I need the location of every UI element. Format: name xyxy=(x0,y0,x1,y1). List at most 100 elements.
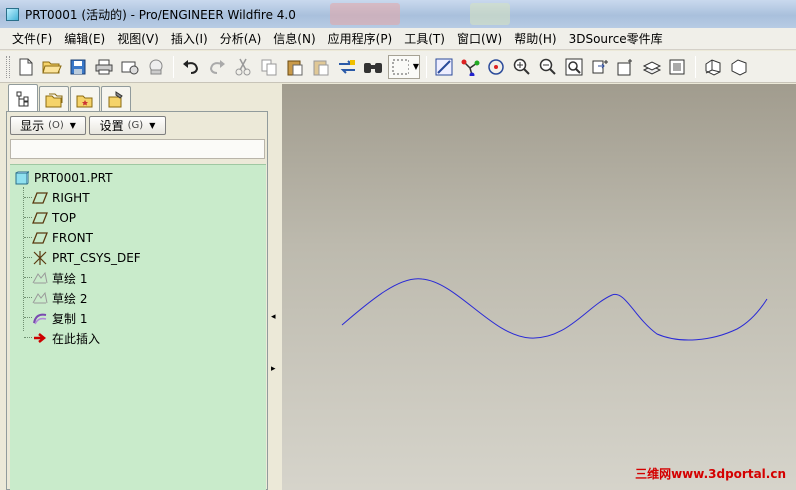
saved-views-icon[interactable] xyxy=(615,56,637,78)
toolbar-separator xyxy=(695,55,696,78)
tree-item-label: 草绘 1 xyxy=(52,271,88,286)
regenerate-icon[interactable] xyxy=(336,56,358,78)
reorient-icon[interactable] xyxy=(589,56,611,78)
sketch-curve[interactable] xyxy=(341,278,768,341)
settings-button-label: 设置 xyxy=(99,119,124,133)
part-icon xyxy=(14,170,30,186)
mail-attach-icon[interactable] xyxy=(145,56,167,78)
refit-icon[interactable] xyxy=(563,56,585,78)
insert-here-arrow-icon xyxy=(32,330,48,346)
title-bar: PRT0001 (活动的) - Pro/ENGINEER Wildfire 4.… xyxy=(0,0,796,28)
tree-item-label: FRONT xyxy=(52,231,93,245)
selection-box-icon[interactable]: ▼ xyxy=(388,54,420,79)
tree-item-label: 复制 1 xyxy=(52,311,88,326)
tree-item-sketch-1[interactable]: 草绘 1 xyxy=(32,269,87,287)
app-icon xyxy=(6,7,19,21)
view-manager-icon[interactable] xyxy=(667,56,689,78)
csys-icon xyxy=(32,250,48,266)
tree-item-sketch-2[interactable]: 草绘 2 xyxy=(32,289,87,307)
tree-connector-line xyxy=(24,257,32,258)
show-button-shortcut: (O) xyxy=(48,120,64,131)
expand-right-icon[interactable]: ▸ xyxy=(271,364,276,374)
copy-feature-icon xyxy=(32,310,48,326)
print-icon[interactable] xyxy=(93,56,115,78)
tree-connector-line xyxy=(24,237,32,238)
titlebar-background-decoration xyxy=(330,3,400,25)
settings-button-shortcut: (G) xyxy=(127,120,144,131)
tree-item-label: 在此插入 xyxy=(52,331,101,346)
folder-browser-tab-icon[interactable] xyxy=(39,86,69,112)
find-icon[interactable] xyxy=(362,56,384,78)
paste-special-icon[interactable] xyxy=(310,56,332,78)
tree-filter-field[interactable] xyxy=(10,139,265,159)
navigator-tabs xyxy=(8,84,132,112)
toolbar-separator xyxy=(426,55,427,78)
menu-insert[interactable]: 插入(I) xyxy=(165,29,214,49)
model-tree-panel: 显示 (O) ▼ 设置 (G) ▼ PRT0001.PRT RIGHT TOP … xyxy=(6,111,268,490)
toolbar-separator xyxy=(173,55,174,78)
tree-item-top[interactable]: TOP xyxy=(32,209,76,227)
toolbar-grip[interactable] xyxy=(6,55,10,78)
new-icon[interactable] xyxy=(15,56,37,78)
chevron-down-icon: ▼ xyxy=(69,121,76,130)
menu-view[interactable]: 视图(V) xyxy=(111,29,165,49)
send-mail-icon[interactable] xyxy=(119,56,141,78)
navigator-panel: 显示 (O) ▼ 设置 (G) ▼ PRT0001.PRT RIGHT TOP … xyxy=(6,84,268,490)
redo-icon[interactable] xyxy=(206,56,228,78)
tree-item-right[interactable]: RIGHT xyxy=(32,189,90,207)
tree-item-label: PRT_CSYS_DEF xyxy=(52,251,141,265)
model-display xyxy=(341,278,768,341)
tree-item-csys[interactable]: PRT_CSYS_DEF xyxy=(32,249,141,267)
wireframe-icon[interactable] xyxy=(728,56,750,78)
connections-tab-icon[interactable] xyxy=(101,86,131,112)
menu-edit[interactable]: 编辑(E) xyxy=(58,29,111,49)
undo-icon[interactable] xyxy=(180,56,202,78)
paste-icon[interactable] xyxy=(284,56,306,78)
menu-applications[interactable]: 应用程序(P) xyxy=(322,29,399,49)
tree-connector-line xyxy=(23,187,24,331)
menu-analysis[interactable]: 分析(A) xyxy=(214,29,268,49)
tree-connector-line xyxy=(24,337,32,338)
tree-root-part[interactable]: PRT0001.PRT xyxy=(14,169,112,187)
tree-item-label: 草绘 2 xyxy=(52,291,88,306)
menu-help[interactable]: 帮助(H) xyxy=(508,29,562,49)
show-button[interactable]: 显示 (O) ▼ xyxy=(10,116,86,135)
menu-tools[interactable]: 工具(T) xyxy=(398,29,451,49)
tree-item-front[interactable]: FRONT xyxy=(32,229,93,247)
open-icon[interactable] xyxy=(41,56,63,78)
spin-center-icon[interactable] xyxy=(459,56,481,78)
favorites-tab-icon[interactable] xyxy=(70,86,100,112)
menu-3dsource-library[interactable]: 3DSource零件库 xyxy=(563,29,669,49)
layers-icon[interactable] xyxy=(641,56,663,78)
settings-button[interactable]: 设置 (G) ▼ xyxy=(89,116,166,135)
tree-connector-line xyxy=(24,277,32,278)
menu-file[interactable]: 文件(F) xyxy=(6,29,58,49)
tree-item-copy-1[interactable]: 复制 1 xyxy=(32,309,87,327)
cut-icon[interactable] xyxy=(232,56,254,78)
save-icon[interactable] xyxy=(67,56,89,78)
tree-connector-line xyxy=(24,217,32,218)
show-button-label: 显示 xyxy=(20,119,45,133)
orient-icon[interactable] xyxy=(485,56,507,78)
repaint-icon[interactable] xyxy=(433,56,455,78)
panel-splitter[interactable]: ◂ ▸ xyxy=(268,84,282,490)
zoom-in-icon[interactable] xyxy=(511,56,533,78)
tree-item-insert-here[interactable]: 在此插入 xyxy=(32,329,100,347)
tree-control-row: 显示 (O) ▼ 设置 (G) ▼ xyxy=(10,116,169,135)
sketch-icon xyxy=(32,270,48,286)
zoom-out-icon[interactable] xyxy=(537,56,559,78)
tree-connector-line xyxy=(24,197,32,198)
menu-info[interactable]: 信息(N) xyxy=(267,29,321,49)
titlebar-background-decoration xyxy=(470,3,510,25)
window-title: PRT0001 (活动的) - Pro/ENGINEER Wildfire 4.… xyxy=(25,7,296,22)
menu-window[interactable]: 窗口(W) xyxy=(451,29,508,49)
menu-bar: 文件(F) 编辑(E) 视图(V) 插入(I) 分析(A) 信息(N) 应用程序… xyxy=(0,28,796,50)
collapse-left-icon[interactable]: ◂ xyxy=(271,312,276,322)
tree-root-label: PRT0001.PRT xyxy=(34,171,113,185)
tree-item-label: TOP xyxy=(52,211,77,225)
graphics-viewport[interactable]: 三维网www.3dportal.cn xyxy=(282,84,796,490)
copy-icon[interactable] xyxy=(258,56,280,78)
model-tree-tab-icon[interactable] xyxy=(8,84,38,112)
datum-plane-icon xyxy=(32,210,48,226)
shading-icon[interactable] xyxy=(702,56,724,78)
